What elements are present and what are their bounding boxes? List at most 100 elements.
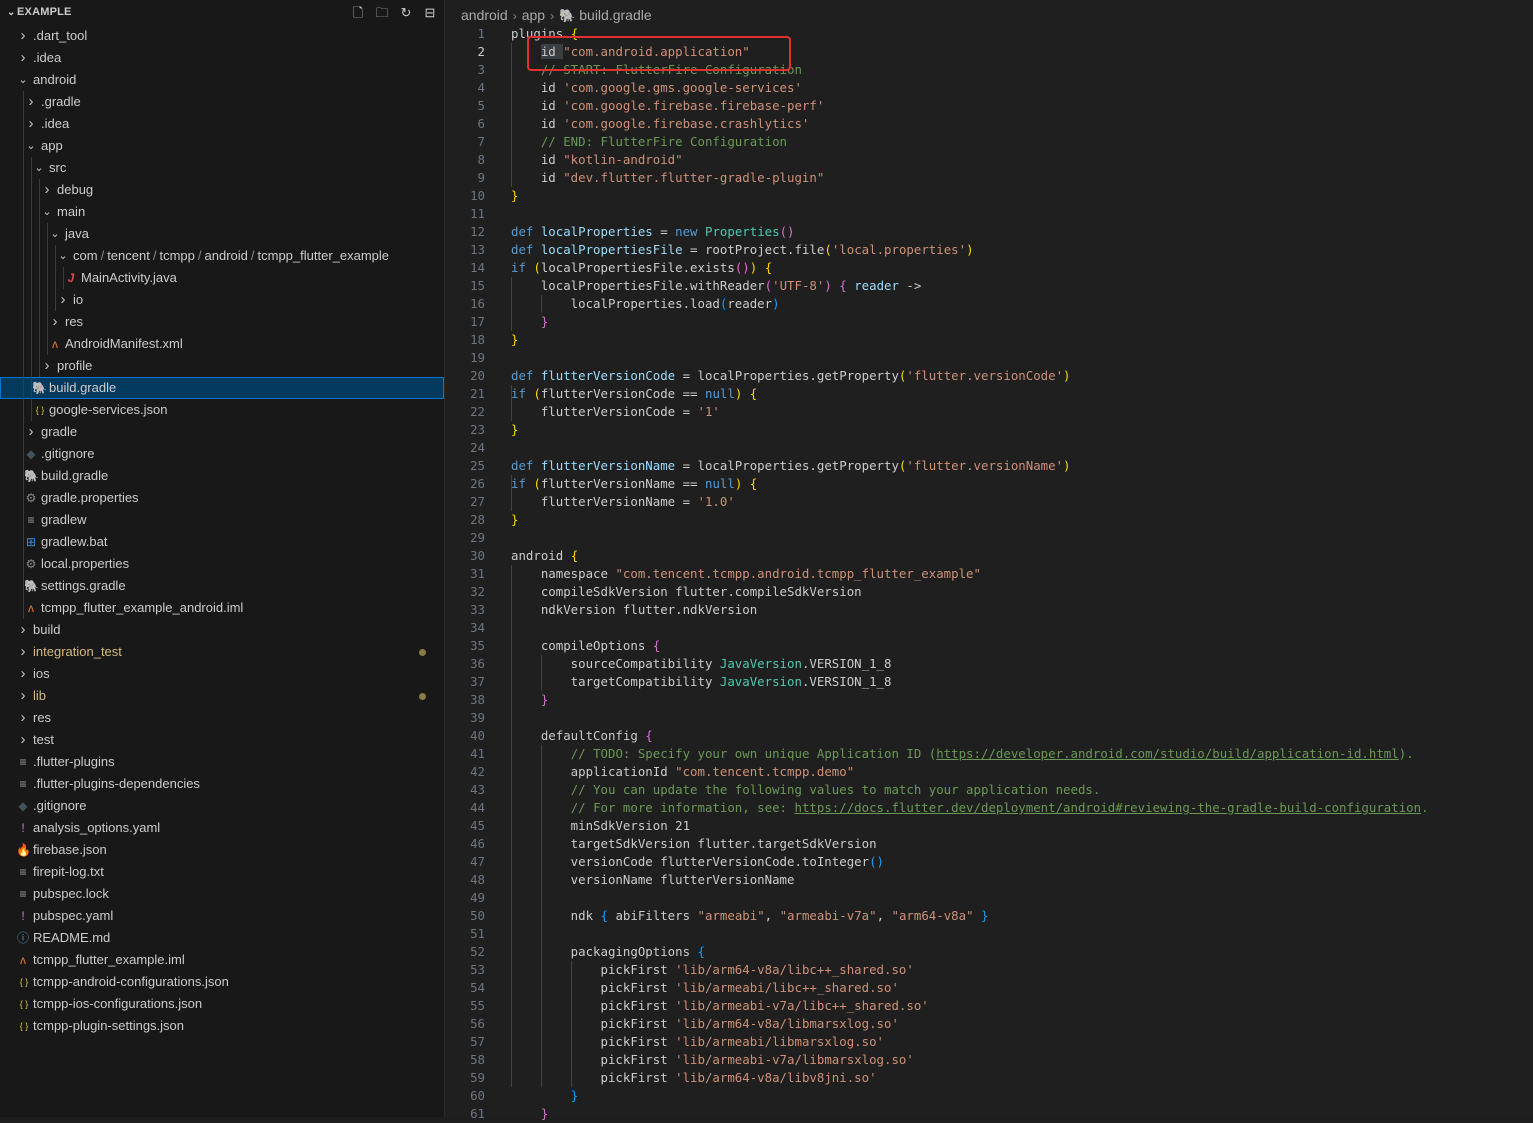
code-line[interactable]: 26 if (flutterVersionName == null) { [445, 475, 1533, 493]
code-line[interactable]: 42 applicationId "com.tencent.tcmpp.demo… [445, 763, 1533, 781]
code-line[interactable]: 19 [445, 349, 1533, 367]
file-row[interactable]: 🐘 build.gradle [0, 465, 444, 487]
folder-row[interactable]: ⌄ android [0, 69, 444, 91]
code-line[interactable]: 12 def localProperties = new Properties() [445, 223, 1533, 241]
folder-row[interactable]: ⌄ main [0, 201, 444, 223]
code-line[interactable]: 11 [445, 205, 1533, 223]
code-line[interactable]: 9 id "dev.flutter.flutter-gradle-plugin" [445, 169, 1533, 187]
file-row[interactable]: ʌ AndroidManifest.xml [0, 333, 444, 355]
code-line[interactable]: 22 flutterVersionCode = '1' [445, 403, 1533, 421]
code-line[interactable]: 28} [445, 511, 1533, 529]
breadcrumb-item-file[interactable]: build.gradle [579, 7, 651, 23]
code-line[interactable]: 43 // You can update the following value… [445, 781, 1533, 799]
code-line[interactable]: 29 [445, 529, 1533, 547]
code-line[interactable]: 5 id 'com.google.firebase.firebase-perf' [445, 97, 1533, 115]
file-row[interactable]: ⊞ gradlew.bat [0, 531, 444, 553]
file-row[interactable]: ! pubspec.yaml [0, 905, 444, 927]
code-line[interactable]: 55 pickFirst 'lib/armeabi-v7a/libc++_sha… [445, 997, 1533, 1015]
code-line[interactable]: 60 } [445, 1087, 1533, 1105]
folder-row[interactable]: › profile [0, 355, 444, 377]
file-row[interactable]: ≡ firepit-log.txt [0, 861, 444, 883]
folder-row[interactable]: › .dart_tool [0, 25, 444, 47]
code-line[interactable]: 20 def flutterVersionCode = localProperti… [445, 367, 1533, 385]
code-line[interactable]: 48 versionName flutterVersionName [445, 871, 1533, 889]
code-line[interactable]: 50 ndk { abiFilters "armeabi", "armeabi-… [445, 907, 1533, 925]
folder-row[interactable]: › ios [0, 663, 444, 685]
code-line[interactable]: 7 // END: FlutterFire Configuration [445, 133, 1533, 151]
code-line[interactable]: 59 pickFirst 'lib/arm64-v8a/libv8jni.so' [445, 1069, 1533, 1087]
code-line[interactable]: 56 pickFirst 'lib/arm64-v8a/libmarsxlog.… [445, 1015, 1533, 1033]
folder-row[interactable]: › debug [0, 179, 444, 201]
code-line[interactable]: 27 flutterVersionName = '1.0' [445, 493, 1533, 511]
file-row[interactable]: ⚙ local.properties [0, 553, 444, 575]
file-row[interactable]: { } tcmpp-plugin-settings.json [0, 1015, 444, 1037]
code-line[interactable]: 58 pickFirst 'lib/armeabi-v7a/libmarsxlo… [445, 1051, 1533, 1069]
file-row[interactable]: 🐘 build.gradle [0, 377, 444, 399]
code-line[interactable]: 47 versionCode flutterVersionCode.toInte… [445, 853, 1533, 871]
file-row[interactable]: ≡ .flutter-plugins [0, 751, 444, 773]
code-editor[interactable]: 1 plugins {2 id "com.android.application"… [445, 25, 1533, 1123]
folder-row[interactable]: ⌄ app [0, 135, 444, 157]
code-line[interactable]: 52 packagingOptions { [445, 943, 1533, 961]
folder-row[interactable]: › integration_test [0, 641, 444, 663]
code-line[interactable]: 61 } [445, 1105, 1533, 1123]
file-row[interactable]: { } tcmpp-ios-configurations.json [0, 993, 444, 1015]
code-line[interactable]: 23} [445, 421, 1533, 439]
code-line[interactable]: 57 pickFirst 'lib/armeabi/libmarsxlog.so… [445, 1033, 1533, 1051]
code-line[interactable]: 32 compileSdkVersion flutter.compileSdkV… [445, 583, 1533, 601]
code-line[interactable]: 15 localPropertiesFile.withReader('UTF-8… [445, 277, 1533, 295]
explorer-title-toggle[interactable]: ⌄EXAMPLE [7, 6, 72, 18]
code-line[interactable]: 6 id 'com.google.firebase.crashlytics' [445, 115, 1533, 133]
code-line[interactable]: 51 [445, 925, 1533, 943]
code-line[interactable]: 18} [445, 331, 1533, 349]
folder-row[interactable]: › build [0, 619, 444, 641]
code-line[interactable]: 37 targetCompatibility JavaVersion.VERSI… [445, 673, 1533, 691]
file-row[interactable]: ʌ tcmpp_flutter_example_android.iml [0, 597, 444, 619]
code-line[interactable]: 21 if (flutterVersionCode == null) { [445, 385, 1533, 403]
file-row[interactable]: ʌ tcmpp_flutter_example.iml [0, 949, 444, 971]
code-line[interactable]: 46 targetSdkVersion flutter.targetSdkVer… [445, 835, 1533, 853]
folder-row[interactable]: › lib [0, 685, 444, 707]
file-row[interactable]: { } google-services.json [0, 399, 444, 421]
folder-row[interactable]: › .gradle [0, 91, 444, 113]
collapse-folders-button[interactable]: ⊟ [421, 4, 439, 22]
code-line[interactable]: 8 id "kotlin-android" [445, 151, 1533, 169]
folder-row[interactable]: ⌄ com / tencent / tcmpp / android / tcmpp_flutter… [0, 245, 444, 267]
file-row[interactable]: ≡ pubspec.lock [0, 883, 444, 905]
code-line[interactable]: 31 namespace "com.tencent.tcmpp.android.… [445, 565, 1533, 583]
code-line[interactable]: 33 ndkVersion flutter.ndkVersion [445, 601, 1533, 619]
code-line[interactable]: 38 } [445, 691, 1533, 709]
code-line[interactable]: 53 pickFirst 'lib/arm64-v8a/libc++_share… [445, 961, 1533, 979]
folder-row[interactable]: › gradle [0, 421, 444, 443]
folder-row[interactable]: › io [0, 289, 444, 311]
code-line[interactable]: 54 pickFirst 'lib/armeabi/libc++_shared.… [445, 979, 1533, 997]
new-folder-button[interactable]: 🗀 [373, 4, 391, 22]
folder-row[interactable]: › test [0, 729, 444, 751]
code-line[interactable]: 14 if (localPropertiesFile.exists()) { [445, 259, 1533, 277]
code-line[interactable]: 49 [445, 889, 1533, 907]
code-line[interactable]: 17 } [445, 313, 1533, 331]
file-row[interactable]: 🔥 firebase.json [0, 839, 444, 861]
code-line[interactable]: 39 [445, 709, 1533, 727]
breadcrumb-item-android[interactable]: android [461, 7, 508, 23]
code-line[interactable]: 13 def localPropertiesFile = rootProject.… [445, 241, 1533, 259]
folder-row[interactable]: ⌄ src [0, 157, 444, 179]
code-line[interactable]: 35 compileOptions { [445, 637, 1533, 655]
file-row[interactable]: ◆ .gitignore [0, 795, 444, 817]
folder-row[interactable]: › res [0, 707, 444, 729]
file-row[interactable]: ≡ .flutter-plugins-dependencies [0, 773, 444, 795]
code-line[interactable]: 10} [445, 187, 1533, 205]
code-line[interactable]: 25 def flutterVersionName = localProperti… [445, 457, 1533, 475]
file-row[interactable]: ≡ gradlew [0, 509, 444, 531]
file-row[interactable]: ⓘ README.md [0, 927, 444, 949]
code-line[interactable]: 36 sourceCompatibility JavaVersion.VERSI… [445, 655, 1533, 673]
file-row[interactable]: J MainActivity.java [0, 267, 444, 289]
code-line[interactable]: 4 id 'com.google.gms.google-services' [445, 79, 1533, 97]
refresh-explorer-button[interactable]: ↻ [397, 4, 415, 22]
code-line[interactable]: 34 [445, 619, 1533, 637]
code-line[interactable]: 30 android { [445, 547, 1533, 565]
code-line[interactable]: 24 [445, 439, 1533, 457]
file-row[interactable]: 🐘 settings.gradle [0, 575, 444, 597]
code-line[interactable]: 41 // TODO: Specify your own unique Appl… [445, 745, 1533, 763]
folder-row[interactable]: › res [0, 311, 444, 333]
